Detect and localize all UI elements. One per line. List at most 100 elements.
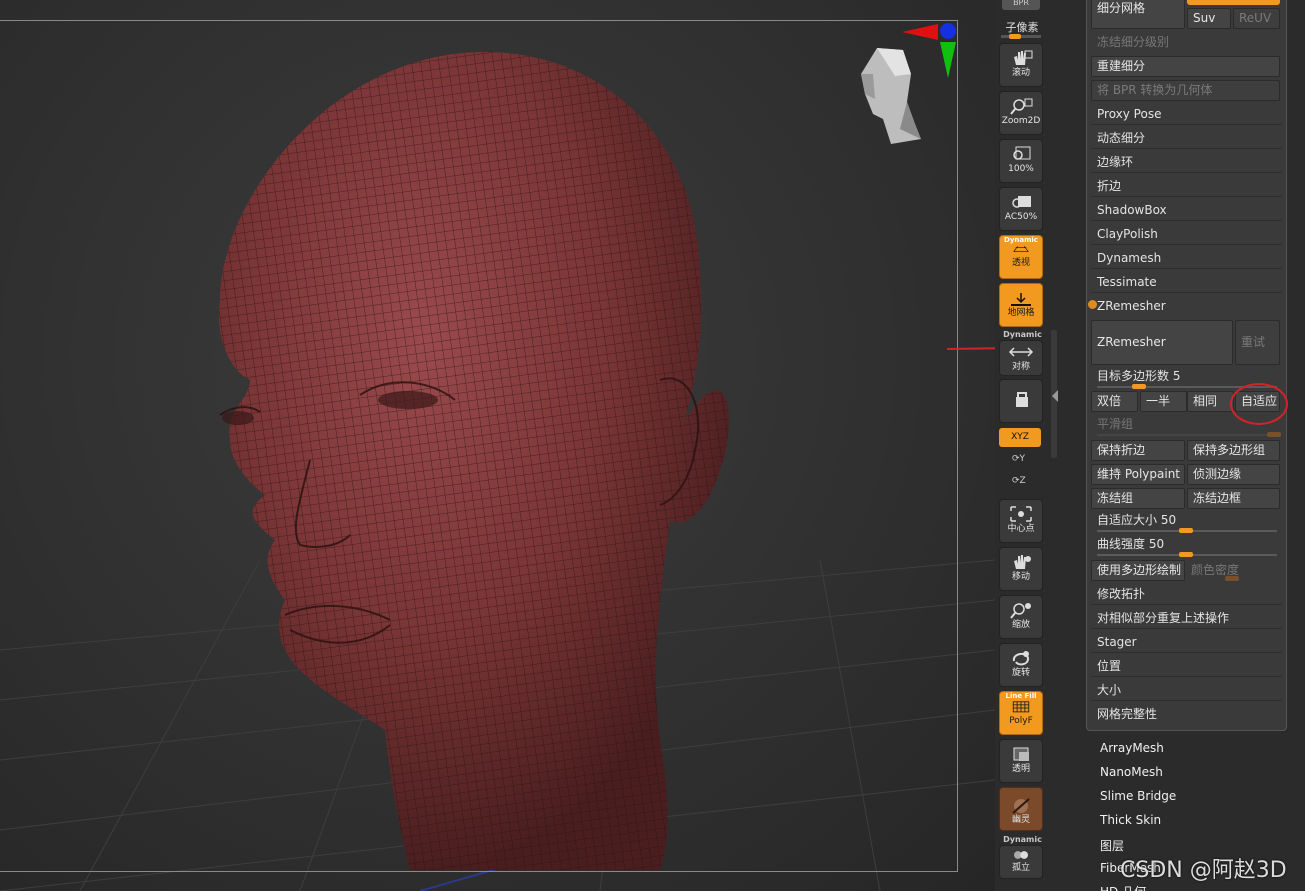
zoom-icon bbox=[1010, 98, 1033, 115]
tool-label: 100% bbox=[1008, 164, 1034, 174]
symmetry-tool-button[interactable]: 对称 bbox=[999, 340, 1043, 376]
keep-polygroups-button[interactable]: 保持多边形组 bbox=[1187, 440, 1280, 461]
tool-label: 透明 bbox=[1011, 764, 1030, 774]
tool-label: 孤立 bbox=[1011, 863, 1030, 873]
freeze-groups-button[interactable]: 冻结组 bbox=[1091, 488, 1185, 509]
dynamic-tag: Dynamic bbox=[1003, 330, 1042, 339]
bpr-button[interactable]: BPR bbox=[1002, 0, 1040, 10]
tool-label: 幽灵 bbox=[1011, 815, 1030, 825]
retry-button[interactable]: 重试 bbox=[1235, 320, 1280, 365]
lock-icon bbox=[1016, 392, 1028, 407]
3d-viewport[interactable] bbox=[0, 0, 995, 891]
rebuild-subdivision-button[interactable]: 重建细分 bbox=[1091, 56, 1280, 77]
z-axis-label: Z bbox=[1019, 476, 1026, 486]
section-proxy-pose[interactable]: Proxy Pose bbox=[1091, 103, 1282, 125]
section-tessimate[interactable]: Tessimate bbox=[1091, 271, 1282, 293]
curve-strength-knob[interactable] bbox=[1179, 552, 1193, 557]
scroll-tool-button[interactable]: 滚动 bbox=[999, 43, 1043, 87]
zoom2d-tool-button[interactable]: Zoom2D bbox=[999, 91, 1043, 135]
scale-tool-button[interactable]: 缩放 bbox=[999, 595, 1043, 639]
polyframe-icon bbox=[1012, 701, 1030, 713]
ghost-tool-button[interactable]: 幽灵 bbox=[999, 787, 1043, 831]
section-stager[interactable]: Stager bbox=[1091, 631, 1282, 653]
half-button[interactable]: 一半 bbox=[1140, 391, 1187, 412]
scale-icon bbox=[1010, 603, 1031, 619]
smooth-groups-knob[interactable] bbox=[1267, 432, 1281, 437]
zoom100-tool-button[interactable]: 100% bbox=[999, 139, 1043, 183]
double-button[interactable]: 双倍 bbox=[1091, 391, 1138, 412]
frame-tool-button[interactable]: 中心点 bbox=[999, 499, 1043, 543]
dynamic-tag: Dynamic bbox=[1004, 236, 1038, 244]
nanomesh-item[interactable]: NanoMesh bbox=[1100, 765, 1163, 779]
perspective-tool-button[interactable]: Dynamic 透视 bbox=[999, 235, 1043, 279]
tool-label: 旋转 bbox=[1011, 668, 1030, 678]
solo-tool-button[interactable]: 孤立 bbox=[999, 845, 1043, 879]
right-tool-shelf: BPR 子像素 滚动 Zoom2D 100% AC50% Dynamic 透视 … bbox=[995, 0, 1050, 891]
hand-icon bbox=[1014, 50, 1033, 65]
section-crease[interactable]: 折边 bbox=[1091, 175, 1282, 197]
xyz-symmetry-button[interactable]: XYZ bbox=[999, 428, 1041, 447]
floor-grid-tool-button[interactable]: 地网格 bbox=[999, 283, 1043, 327]
section-modify-topology[interactable]: 修改拓扑 bbox=[1091, 583, 1282, 605]
detect-edges-button[interactable]: 侦测边缘 bbox=[1187, 464, 1280, 485]
section-edge-loop[interactable]: 边缘环 bbox=[1091, 151, 1282, 173]
symmetry-icon bbox=[1008, 347, 1034, 357]
same-button[interactable]: 相同 bbox=[1187, 391, 1234, 412]
section-mesh-integrity[interactable]: 网格完整性 bbox=[1091, 703, 1282, 725]
tool-label: 滚动 bbox=[1011, 68, 1030, 78]
keep-polypaint-button[interactable]: 维持 Polypaint bbox=[1091, 464, 1185, 485]
z-axis-button[interactable]: ⟳Z bbox=[1012, 476, 1026, 486]
target-polycount-knob[interactable] bbox=[1132, 384, 1146, 389]
arraymesh-item[interactable]: ArrayMesh bbox=[1100, 741, 1164, 755]
hd-geometry-item[interactable]: HD 几何 bbox=[1100, 883, 1146, 891]
y-axis-label: Y bbox=[1019, 454, 1026, 464]
zremesher-button[interactable]: ZRemesher bbox=[1091, 320, 1233, 365]
solo-icon bbox=[1014, 851, 1028, 859]
tool-label: 地网格 bbox=[1007, 308, 1035, 318]
freeze-border-button[interactable]: 冻结边框 bbox=[1187, 488, 1280, 509]
subpixel-slider[interactable] bbox=[1001, 34, 1041, 39]
rotate-tool-button[interactable]: 旋转 bbox=[999, 643, 1043, 687]
smooth-groups-track[interactable] bbox=[1097, 434, 1277, 436]
transparency-icon bbox=[1013, 747, 1029, 761]
section-size[interactable]: 大小 bbox=[1091, 679, 1282, 701]
section-repeat-similar[interactable]: 对相似部分重复上述操作 bbox=[1091, 607, 1282, 629]
tool-label: Zoom2D bbox=[1001, 116, 1041, 126]
local-tool-button[interactable] bbox=[999, 379, 1043, 423]
keep-creases-button[interactable]: 保持折边 bbox=[1091, 440, 1185, 461]
section-zremesher[interactable]: ZRemesher bbox=[1091, 295, 1282, 317]
line-fill-tag: Line Fill bbox=[1005, 692, 1037, 700]
color-density-knob[interactable] bbox=[1225, 576, 1239, 581]
subpixel-slider-knob[interactable] bbox=[1009, 34, 1021, 39]
suv-button[interactable]: Suv bbox=[1187, 8, 1231, 29]
thick-skin-item[interactable]: Thick Skin bbox=[1100, 813, 1161, 827]
section-dynamic-subdiv[interactable]: 动态细分 bbox=[1091, 127, 1282, 149]
bpr-to-geometry-button[interactable]: 将 BPR 转换为几何体 bbox=[1091, 80, 1280, 101]
geometry-panel: 细分网格 Suv ReUV 冻结细分级别 重建细分 将 BPR 转换为几何体 P… bbox=[1086, 0, 1287, 731]
section-shadowbox[interactable]: ShadowBox bbox=[1091, 199, 1282, 221]
tool-label: 移动 bbox=[1011, 572, 1030, 582]
head-mesh-model[interactable] bbox=[190, 40, 750, 880]
use-polypaint-button[interactable]: 使用多边形绘制 bbox=[1091, 560, 1185, 581]
section-dynamesh[interactable]: Dynamesh bbox=[1091, 247, 1282, 269]
reuv-button[interactable]: ReUV bbox=[1233, 8, 1280, 29]
transparent-tool-button[interactable]: 透明 bbox=[999, 739, 1043, 783]
axis-gizmo-icon[interactable] bbox=[900, 20, 960, 80]
ac50-tool-button[interactable]: AC50% bbox=[999, 187, 1043, 231]
freeze-subdivision-levels[interactable]: 冻结细分级别 bbox=[1091, 31, 1282, 53]
polyf-tool-button[interactable]: Line Fill PolyF bbox=[999, 691, 1043, 735]
watermark: CSDN @阿赵3D bbox=[1120, 858, 1287, 883]
tool-label: 中心点 bbox=[1007, 524, 1035, 534]
collapse-arrow-icon[interactable] bbox=[1052, 390, 1058, 402]
slime-bridge-item[interactable]: Slime Bridge bbox=[1100, 789, 1176, 803]
subdivide-button[interactable]: 细分网格 bbox=[1091, 0, 1185, 29]
target-polycount-label: 目标多边形数 bbox=[1097, 369, 1170, 383]
y-axis-button[interactable]: ⟳Y bbox=[1012, 454, 1025, 464]
section-position[interactable]: 位置 bbox=[1091, 655, 1282, 677]
move-tool-button[interactable]: 移动 bbox=[999, 547, 1043, 591]
adaptive-size-value: 50 bbox=[1160, 513, 1177, 527]
xyz-label: XYZ bbox=[1011, 432, 1029, 442]
subpixel-label: 子像素 bbox=[1005, 21, 1039, 34]
active-tab-indicator bbox=[1187, 0, 1280, 5]
section-claypolish[interactable]: ClayPolish bbox=[1091, 223, 1282, 245]
